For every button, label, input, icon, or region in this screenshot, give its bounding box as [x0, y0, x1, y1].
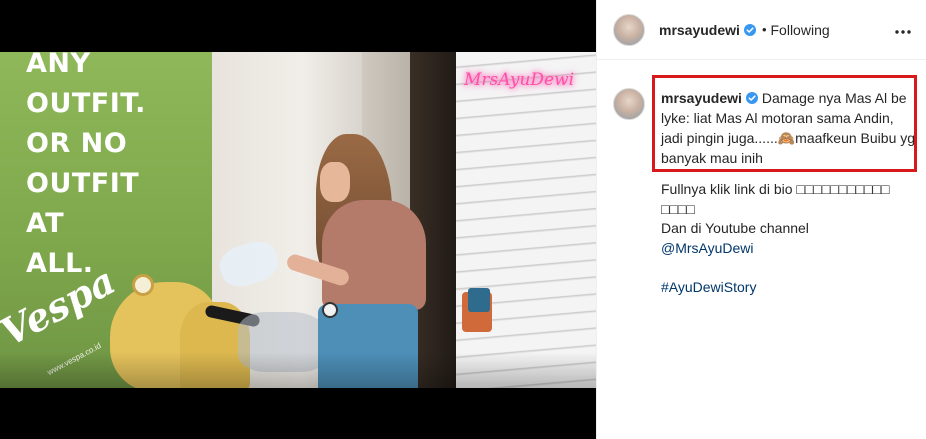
- wrist-watch: [322, 302, 338, 318]
- video-player[interactable]: ANY OUTFIT. OR NO OUTFIT AT ALL. Vespa w…: [0, 52, 596, 388]
- following-button[interactable]: Following: [771, 22, 830, 38]
- username-text[interactable]: mrsayudewi: [659, 22, 740, 38]
- floor-shadow: [0, 352, 596, 388]
- caption-extra: Fullnya klik link di bio □□□□□□□□□□□ □□□…: [661, 180, 917, 297]
- post-side-panel: mrsayudewi • Following mrsayudewi Damage…: [596, 0, 926, 439]
- separator-dot: •: [761, 22, 767, 37]
- more-options-button[interactable]: [891, 20, 915, 40]
- more-horizontal-icon: [895, 21, 911, 39]
- scooter-headlamp: [132, 274, 154, 296]
- slogan-line: OR NO: [26, 128, 128, 159]
- banner-slogan: ANY OUTFIT. OR NO OUTFIT AT ALL.: [26, 52, 146, 284]
- header-username[interactable]: mrsayudewi: [659, 22, 756, 38]
- person-face: [320, 162, 350, 202]
- verified-badge-icon: [743, 23, 756, 36]
- person-top: [322, 200, 426, 310]
- slogan-line: AT: [26, 208, 65, 239]
- product-box-small: [468, 288, 490, 312]
- slat-wall: [456, 52, 596, 388]
- slogan-line: OUTFIT: [26, 168, 140, 199]
- post-media[interactable]: ANY OUTFIT. OR NO OUTFIT AT ALL. Vespa w…: [0, 0, 596, 439]
- mention-link[interactable]: @MrsAyuDewi: [661, 239, 917, 259]
- slogan-line: OUTFIT.: [26, 88, 146, 119]
- caption-line: Fullnya klik link di bio □□□□□□□□□□□ □□□…: [661, 181, 890, 217]
- avatar[interactable]: [613, 13, 645, 46]
- hashtag-link[interactable]: #AyuDewiStory: [661, 278, 917, 298]
- neon-watermark: MrsAyuDewi: [464, 70, 575, 90]
- caption-line: Dan di Youtube channel: [661, 220, 809, 236]
- highlight-box: [652, 75, 917, 172]
- avatar[interactable]: [613, 88, 645, 120]
- post-header: mrsayudewi • Following: [597, 0, 926, 60]
- slogan-line: ANY: [26, 52, 91, 79]
